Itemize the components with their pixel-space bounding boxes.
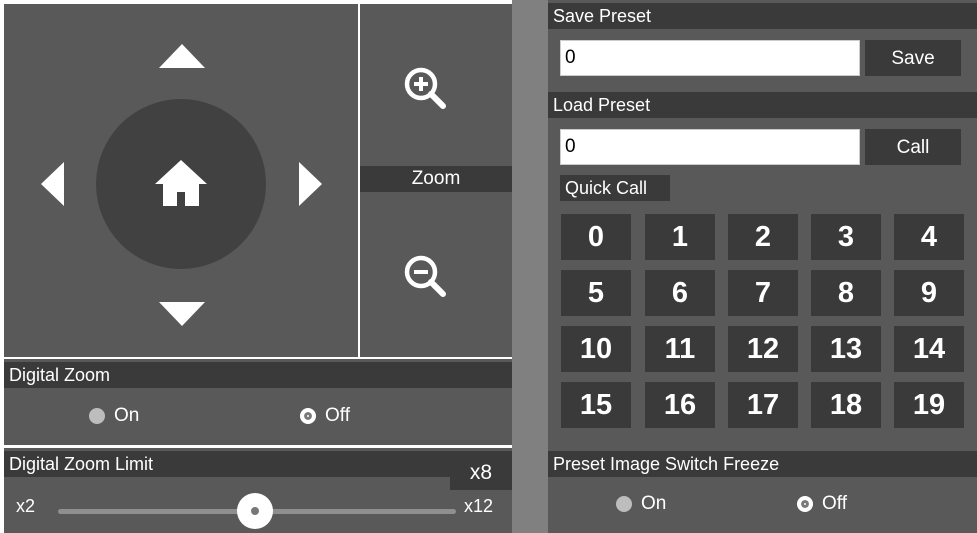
quick-call-button-5[interactable]: 5 — [561, 270, 631, 316]
quick-call-button-3[interactable]: 3 — [811, 214, 881, 260]
quick-call-button-18[interactable]: 18 — [811, 382, 881, 428]
zoom-limit-slider-thumb[interactable] — [237, 493, 273, 529]
load-preset-input[interactable] — [560, 129, 860, 165]
quick-call-title: Quick Call — [560, 175, 670, 201]
quick-call-button-2[interactable]: 2 — [728, 214, 798, 260]
preset-freeze-title: Preset Image Switch Freeze — [548, 451, 977, 477]
quick-call-button-4[interactable]: 4 — [894, 214, 964, 260]
radio-selected-icon — [300, 408, 316, 424]
ptz-control-pad — [4, 4, 358, 357]
radio-label: Off — [325, 405, 350, 426]
radio-icon — [616, 496, 632, 512]
digital-zoom-limit-title: Digital Zoom Limit — [4, 451, 450, 477]
arrow-up-icon[interactable] — [159, 44, 205, 68]
quick-call-button-7[interactable]: 7 — [728, 270, 798, 316]
quick-call-button-19[interactable]: 19 — [894, 382, 964, 428]
zoom-limit-value: x8 — [450, 451, 512, 490]
zoom-out-icon[interactable] — [401, 252, 451, 302]
quick-call-button-8[interactable]: 8 — [811, 270, 881, 316]
quick-call-button-1[interactable]: 1 — [645, 214, 715, 260]
radio-selected-icon — [797, 496, 813, 512]
panel-divider — [512, 0, 548, 533]
quick-call-button-10[interactable]: 10 — [561, 326, 631, 372]
preset-panel: Save Preset Save Load Preset Call Quick … — [548, 0, 977, 533]
call-button[interactable]: Call — [865, 129, 961, 165]
radio-label: Off — [822, 493, 847, 514]
zoom-in-icon[interactable] — [401, 64, 451, 114]
arrow-down-icon[interactable] — [159, 302, 205, 326]
save-preset-input[interactable] — [560, 40, 860, 76]
zoom-limit-max: x12 — [464, 496, 494, 516]
load-preset-title: Load Preset — [548, 92, 977, 118]
arrow-right-icon[interactable] — [299, 162, 322, 206]
quick-call-button-17[interactable]: 17 — [728, 382, 798, 428]
digital-zoom-title: Digital Zoom — [4, 362, 512, 388]
digital-zoom-section: Digital Zoom On Off — [4, 359, 512, 445]
quick-call-button-12[interactable]: 12 — [728, 326, 798, 372]
preset-freeze-on-radio[interactable]: On — [616, 493, 666, 515]
quick-call-button-9[interactable]: 9 — [894, 270, 964, 316]
quick-call-button-0[interactable]: 0 — [561, 214, 631, 260]
digital-zoom-on-radio[interactable]: On — [89, 405, 139, 427]
zoom-label: Zoom — [360, 166, 512, 192]
quick-call-button-11[interactable]: 11 — [645, 326, 715, 372]
arrow-left-icon[interactable] — [41, 162, 64, 206]
radio-label: On — [641, 493, 667, 514]
radio-label: On — [114, 405, 140, 426]
quick-call-button-15[interactable]: 15 — [561, 382, 631, 428]
quick-call-button-6[interactable]: 6 — [645, 270, 715, 316]
home-icon — [155, 160, 207, 206]
save-button[interactable]: Save — [865, 40, 961, 76]
preset-freeze-off-radio[interactable]: Off — [797, 493, 847, 515]
radio-icon — [89, 408, 105, 424]
quick-call-button-14[interactable]: 14 — [894, 326, 964, 372]
quick-call-button-13[interactable]: 13 — [811, 326, 881, 372]
quick-call-button-16[interactable]: 16 — [645, 382, 715, 428]
home-button[interactable] — [96, 99, 266, 269]
digital-zoom-off-radio[interactable]: Off — [300, 405, 350, 427]
zoom-limit-min: x2 — [16, 496, 36, 516]
save-preset-title: Save Preset — [548, 3, 977, 29]
